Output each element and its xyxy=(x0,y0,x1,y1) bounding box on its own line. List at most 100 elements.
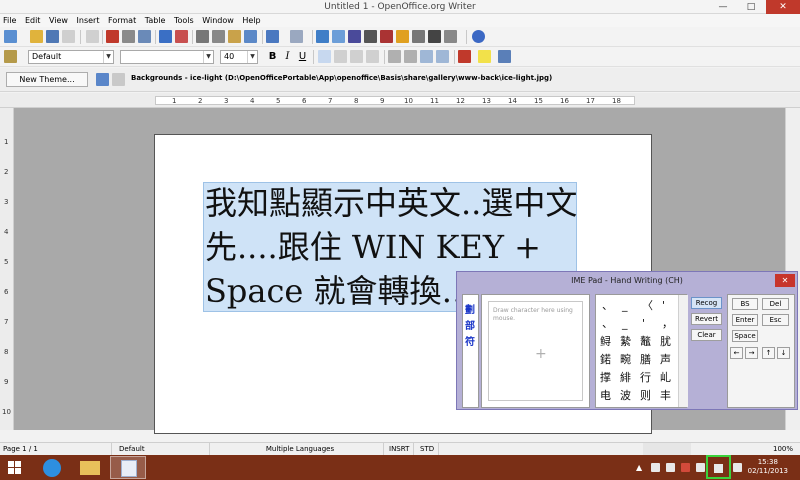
save-icon[interactable] xyxy=(46,30,59,43)
align-left-icon[interactable] xyxy=(318,50,331,63)
autospellcheck-icon[interactable] xyxy=(175,30,188,43)
candidate-char[interactable]: 则 xyxy=(640,389,651,402)
candidate-char[interactable]: 撑 xyxy=(600,371,611,384)
styles-formatting-icon[interactable] xyxy=(4,50,17,63)
icon-view-icon[interactable] xyxy=(96,73,109,86)
data-sources-icon[interactable] xyxy=(412,30,425,43)
email-icon[interactable] xyxy=(62,30,75,43)
font-color-icon[interactable] xyxy=(458,50,471,63)
tray-chevron-icon[interactable]: ▲ xyxy=(636,463,645,472)
candidate-char[interactable]: 、 xyxy=(602,299,613,312)
print-preview-icon[interactable] xyxy=(138,30,151,43)
edit-file-icon[interactable] xyxy=(86,30,99,43)
formatting-marks-icon[interactable] xyxy=(428,30,441,43)
help-icon[interactable] xyxy=(472,30,485,43)
tab-radical[interactable]: 部 xyxy=(465,317,475,332)
openoffice-writer-icon[interactable] xyxy=(110,456,146,479)
zoom-slider[interactable] xyxy=(643,443,691,455)
hyperlink-icon[interactable] xyxy=(316,30,329,43)
underline-button[interactable]: U xyxy=(296,50,309,63)
flag-icon[interactable] xyxy=(666,463,675,472)
vertical-ruler[interactable]: 1 2 3 4 5 6 7 8 9 10 xyxy=(0,108,14,430)
backspace-button[interactable]: BS xyxy=(732,298,758,310)
candidate-char[interactable]: ' xyxy=(642,317,645,330)
menu-table[interactable]: Table xyxy=(142,14,169,27)
candidate-char[interactable]: _ xyxy=(622,317,628,330)
escape-button[interactable]: Esc xyxy=(762,314,789,326)
revert-button[interactable]: Revert xyxy=(691,313,722,325)
candidate-char[interactable]: 丰 xyxy=(660,389,671,402)
table-icon[interactable] xyxy=(332,30,345,43)
handwriting-area[interactable]: Draw character here using mouse. + xyxy=(481,294,590,408)
maximize-button[interactable]: □ xyxy=(738,0,764,14)
menu-insert[interactable]: Insert xyxy=(74,14,103,27)
paragraph-style-select[interactable]: Default ▼ xyxy=(28,50,114,64)
candidate-char[interactable]: 鲟 xyxy=(600,335,611,348)
candidate-char[interactable]: 鼇 xyxy=(640,335,651,348)
menu-window[interactable]: Window xyxy=(199,14,237,27)
ime-pad-window[interactable]: IME Pad - Hand Writing (CH) ✕ 劃 部 符 Draw… xyxy=(456,271,798,410)
cut-icon[interactable] xyxy=(196,30,209,43)
handwriting-canvas[interactable]: Draw character here using mouse. + xyxy=(488,301,583,401)
find-replace-icon[interactable] xyxy=(364,30,377,43)
candidate-char[interactable]: ， xyxy=(662,317,673,330)
font-name-select[interactable]: ▼ xyxy=(120,50,214,64)
copy-icon[interactable] xyxy=(212,30,225,43)
language-indicator[interactable]: Multiple Languages xyxy=(214,443,384,455)
open-folder-icon[interactable] xyxy=(30,30,43,43)
decrease-indent-icon[interactable] xyxy=(420,50,433,63)
candidate-scrollbar[interactable] xyxy=(678,295,688,407)
gallery-icon[interactable] xyxy=(396,30,409,43)
background-color-icon[interactable] xyxy=(498,50,511,63)
bold-button[interactable]: B xyxy=(266,50,279,63)
candidate-char[interactable]: 声 xyxy=(660,353,671,366)
font-size-select[interactable]: 40 ▼ xyxy=(220,50,258,64)
page-style[interactable]: Default xyxy=(116,443,210,455)
new-theme-button[interactable]: New Theme... xyxy=(6,72,88,87)
candidate-char[interactable]: 电 xyxy=(600,389,611,402)
candidate-char[interactable]: 〈 xyxy=(642,299,653,312)
enter-button[interactable]: Enter xyxy=(732,314,758,326)
candidate-char[interactable]: 畹 xyxy=(620,353,631,366)
candidate-char[interactable]: 肬 xyxy=(660,335,671,348)
document-line[interactable]: 我知點顯示中英文..選中文 xyxy=(205,185,577,221)
export-pdf-icon[interactable] xyxy=(106,30,119,43)
print-icon[interactable] xyxy=(122,30,135,43)
show-draw-icon[interactable] xyxy=(348,30,361,43)
candidate-char[interactable]: 縶 xyxy=(620,335,631,348)
selection-mode[interactable]: STD xyxy=(417,443,439,455)
align-center-icon[interactable] xyxy=(334,50,347,63)
menu-edit[interactable]: Edit xyxy=(22,14,44,27)
ime-tray-button[interactable] xyxy=(706,455,731,479)
highlighting-icon[interactable] xyxy=(478,50,491,63)
flag-icon[interactable] xyxy=(651,463,660,472)
italic-button[interactable]: I xyxy=(281,50,294,63)
justify-icon[interactable] xyxy=(366,50,379,63)
zoom-level[interactable]: 100% xyxy=(770,443,800,455)
page-indicator[interactable]: Page 1 / 1 xyxy=(0,443,112,455)
arrow-left-button[interactable]: ← xyxy=(730,347,743,359)
security-icon[interactable] xyxy=(681,463,690,472)
arrow-down-button[interactable]: ↓ xyxy=(777,347,790,359)
document-line[interactable]: Space 就會轉換… xyxy=(205,273,474,309)
format-paintbrush-icon[interactable] xyxy=(244,30,257,43)
windows-start-icon[interactable] xyxy=(8,461,21,474)
undo-icon[interactable] xyxy=(266,30,279,43)
align-right-icon[interactable] xyxy=(350,50,363,63)
insert-mode[interactable]: INSRT xyxy=(386,443,414,455)
increase-indent-icon[interactable] xyxy=(436,50,449,63)
minimize-button[interactable]: — xyxy=(710,0,736,14)
candidate-char[interactable]: 行 xyxy=(640,371,651,384)
candidate-char[interactable]: 、 xyxy=(602,317,613,330)
tab-stroke[interactable]: 劃 xyxy=(465,301,475,316)
candidate-char[interactable]: 膳 xyxy=(640,353,651,366)
file-explorer-icon[interactable] xyxy=(72,456,108,479)
candidate-char[interactable]: 緋 xyxy=(620,371,631,384)
candidate-char[interactable]: _ xyxy=(622,299,628,312)
candidate-char[interactable]: 鍩 xyxy=(600,353,611,366)
menu-tools[interactable]: Tools xyxy=(171,14,197,27)
numbering-icon[interactable] xyxy=(388,50,401,63)
spellcheck-icon[interactable] xyxy=(159,30,172,43)
clear-button[interactable]: Clear xyxy=(691,329,722,341)
horizontal-ruler[interactable]: 1 2 3 4 5 6 7 8 9 10 11 12 13 14 15 16 1… xyxy=(0,93,800,108)
